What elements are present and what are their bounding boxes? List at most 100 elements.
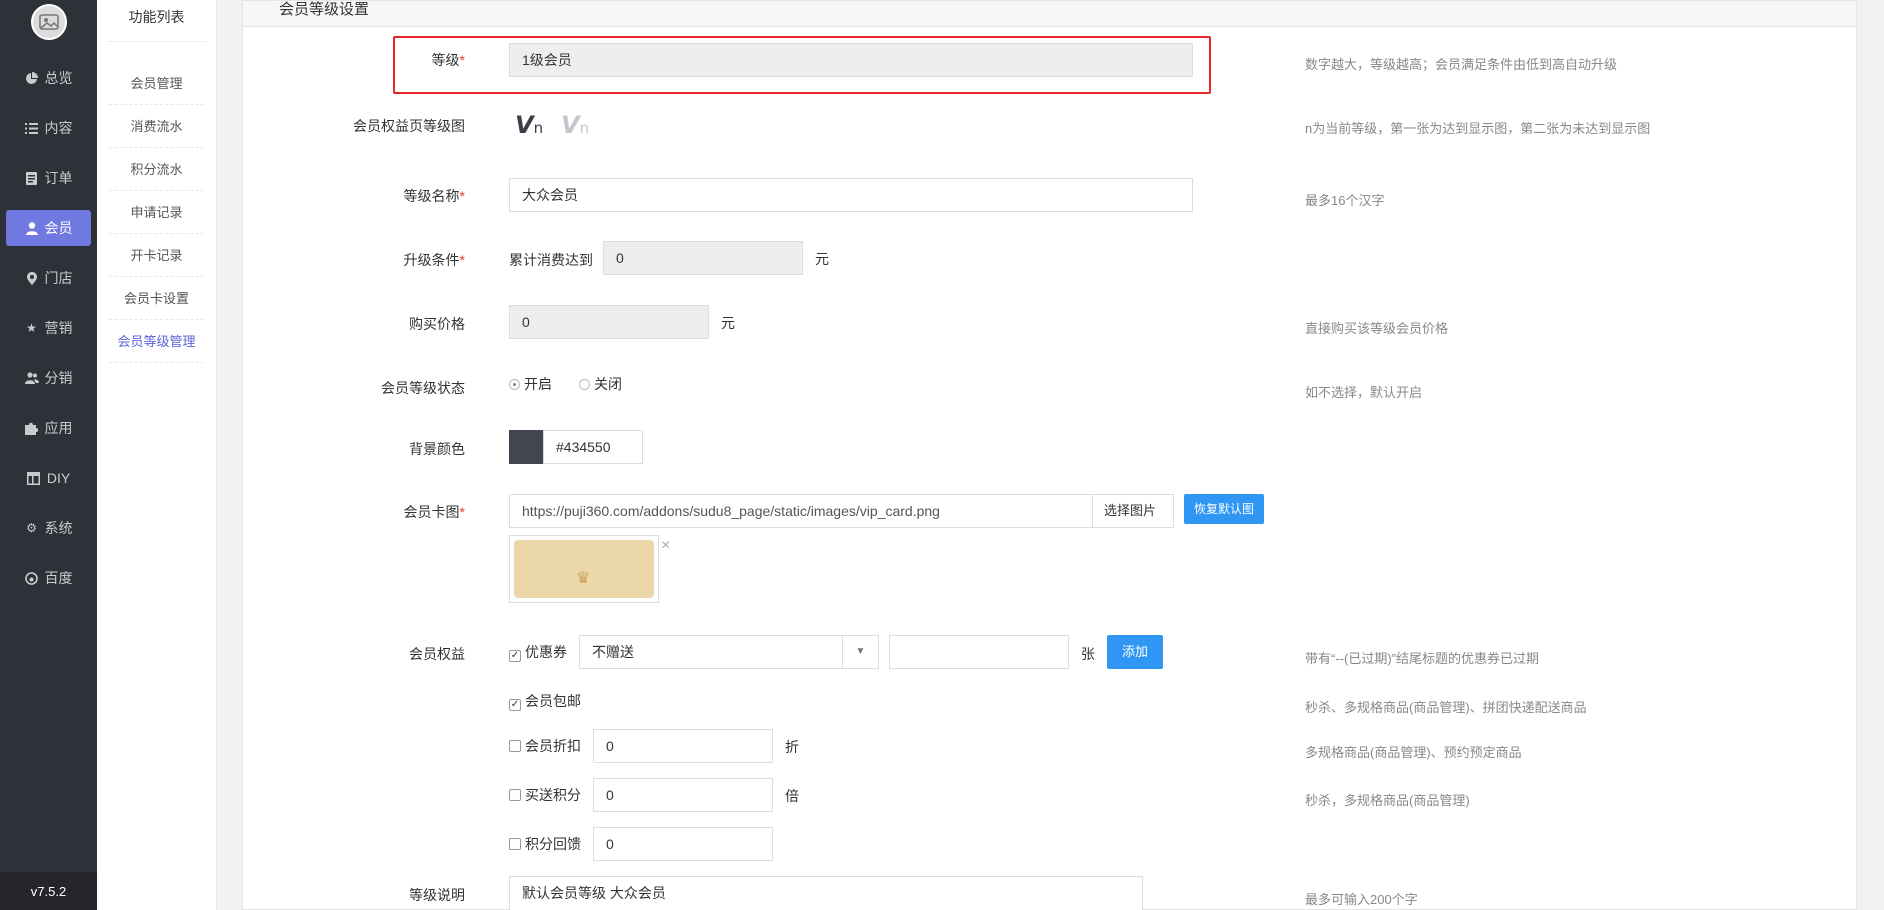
purchase-price-label: 购买价格 [409, 316, 465, 332]
color-swatch[interactable] [509, 430, 543, 464]
member-rights-label: 会员权益 [409, 646, 465, 662]
bonus-points-unit: 倍 [785, 788, 799, 804]
map-pin-icon [25, 271, 39, 285]
radio-checked-icon [509, 379, 520, 390]
free-shipping-checkbox[interactable]: ✓ 会员包邮 [509, 691, 581, 711]
card-image-preview: ♛ [509, 535, 659, 603]
benefit-image-label: 会员权益页等级图 [353, 118, 465, 134]
level-desc-textarea[interactable]: 默认会员等级 大众会员 [509, 876, 1143, 910]
level-hint: 数字越大，等级越高；会员满足条件由低到高自动升级 [1305, 57, 1618, 72]
choose-image-button[interactable]: 选择图片 [1092, 494, 1174, 528]
nav-item-overview[interactable]: 总览 [6, 60, 91, 96]
subnav-item-level-manage[interactable]: 会员等级管理 [109, 320, 204, 363]
nav-label: 百度 [44, 570, 73, 586]
nav-item-stores[interactable]: 门店 [6, 260, 91, 296]
upgrade-prefix: 累计消费达到 [509, 252, 593, 268]
level-label: 等级* [431, 52, 465, 68]
add-coupon-button[interactable]: 添加 [1107, 635, 1163, 669]
subnav-item-card-settings[interactable]: 会员卡设置 [109, 277, 204, 320]
bg-color-label: 背景颜色 [409, 441, 465, 457]
level-name-input[interactable]: 大众会员 [509, 178, 1193, 212]
nav-label: 分销 [44, 370, 73, 386]
level-desc-label: 等级说明 [409, 887, 465, 903]
subnav-item-card-record[interactable]: 开卡记录 [109, 234, 204, 277]
subnav-item-consume-flow[interactable]: 消费流水 [109, 105, 204, 148]
free-shipping-hint: 秒杀、多规格商品(商品管理)、拼团快递配送商品 [1305, 700, 1587, 715]
upgrade-unit: 元 [815, 251, 829, 267]
bonus-points-checkbox[interactable]: 买送积分 [509, 785, 581, 805]
version-label: v7.5.2 [0, 872, 97, 910]
discount-checkbox[interactable]: 会员折扣 [509, 736, 581, 756]
bonus-points-input[interactable]: 0 [593, 778, 773, 812]
purchase-price-input[interactable]: 0 [509, 305, 709, 339]
layout-icon [27, 471, 41, 485]
coupon-checkbox[interactable]: ✓ 优惠券 [509, 642, 567, 662]
nav-item-orders[interactable]: 订单 [6, 160, 91, 196]
upgrade-amount-input[interactable]: 0 [603, 241, 803, 275]
level-unachieved-image[interactable]: Vn [561, 111, 589, 139]
status-on-radio[interactable]: 开启 [509, 374, 552, 394]
points-cashback-input[interactable]: 0 [593, 827, 773, 861]
level-desc-hint: 最多可输入200个字 [1305, 892, 1418, 907]
checkbox-checked-icon: ✓ [509, 650, 521, 662]
nav-item-members[interactable]: 会员 [6, 210, 91, 246]
star-icon: ★ [26, 321, 37, 335]
discount-hint: 多规格商品(商品管理)、预约预定商品 [1305, 745, 1522, 760]
coupon-unit: 张 [1081, 646, 1095, 662]
restore-default-button[interactable]: 恢复默认图 [1184, 494, 1264, 524]
nav-label: 总览 [44, 70, 73, 86]
nav-item-baidu[interactable]: 百度 [6, 560, 91, 596]
user-icon [25, 221, 39, 235]
purchase-price-hint: 直接购买该等级会员价格 [1305, 321, 1449, 336]
nav-item-system[interactable]: ⚙ 系统 [6, 510, 91, 546]
app-logo[interactable] [30, 4, 67, 40]
coupon-hint: 带有“--(已过期)”结尾标题的优惠券已过期 [1305, 651, 1539, 666]
nav-label: 会员 [44, 220, 73, 236]
level-achieved-image[interactable]: Vn [515, 111, 543, 139]
nav-item-content[interactable]: 内容 [6, 110, 91, 146]
card-image-label: 会员卡图* [403, 504, 465, 520]
status-off-radio[interactable]: 关闭 [579, 374, 622, 394]
nav-label: 应用 [44, 420, 73, 436]
nav-item-marketing[interactable]: ★ 营销 [6, 310, 91, 346]
panel-title: 会员等级设置 [243, 1, 1856, 27]
nav-item-apps[interactable]: 应用 [6, 410, 91, 446]
nav-item-distribution[interactable]: 分销 [6, 360, 91, 396]
nav-label: 门店 [44, 270, 73, 286]
baidu-icon [25, 571, 39, 585]
card-image-url-input[interactable]: https://puji360.com/addons/sudu8_page/st… [509, 494, 1093, 528]
nav-label: DIY [46, 470, 71, 486]
subnav-item-member-manage[interactable]: 会员管理 [109, 62, 204, 105]
subnav-list: 会员管理 消费流水 积分流水 申请记录 开卡记录 会员卡设置 会员等级管理 [97, 62, 216, 363]
level-name-hint: 最多16个汉字 [1305, 193, 1385, 208]
coupon-select[interactable]: 不赠送 ▼ [579, 635, 879, 669]
list-icon [25, 121, 39, 135]
coupon-count-input[interactable] [889, 635, 1069, 669]
pie-chart-icon [25, 71, 39, 85]
checkbox-unchecked-icon [509, 838, 521, 850]
puzzle-icon [25, 421, 39, 435]
level-name-label: 等级名称* [403, 188, 465, 204]
level-status-hint: 如不选择，默认开启 [1305, 385, 1423, 400]
subnav-item-apply-record[interactable]: 申请记录 [109, 191, 204, 234]
level-input[interactable]: 1级会员 [509, 43, 1193, 77]
gear-icon: ⚙ [26, 521, 37, 535]
level-status-label: 会员等级状态 [381, 380, 465, 396]
checkbox-checked-icon: ✓ [509, 699, 521, 711]
points-cashback-checkbox[interactable]: 积分回馈 [509, 834, 581, 854]
bonus-points-hint: 秒杀，多规格商品(商品管理) [1305, 793, 1470, 808]
subnav-item-points-flow[interactable]: 积分流水 [109, 148, 204, 191]
users-icon [24, 371, 39, 385]
order-icon [25, 171, 39, 185]
nav-label: 内容 [44, 120, 73, 136]
bg-color-input[interactable]: #434550 [543, 430, 643, 464]
image-icon [38, 14, 59, 30]
benefit-image-hint: n为当前等级，第一张为达到显示图，第二张为未达到显示图 [1305, 121, 1651, 136]
chevron-down-icon: ▼ [842, 636, 878, 668]
nav-item-diy[interactable]: DIY [6, 460, 91, 496]
checkbox-unchecked-icon [509, 740, 521, 752]
checkbox-unchecked-icon [509, 789, 521, 801]
remove-image-icon[interactable]: × [661, 537, 670, 555]
radio-unchecked-icon [579, 379, 590, 390]
discount-input[interactable]: 0 [593, 729, 773, 763]
